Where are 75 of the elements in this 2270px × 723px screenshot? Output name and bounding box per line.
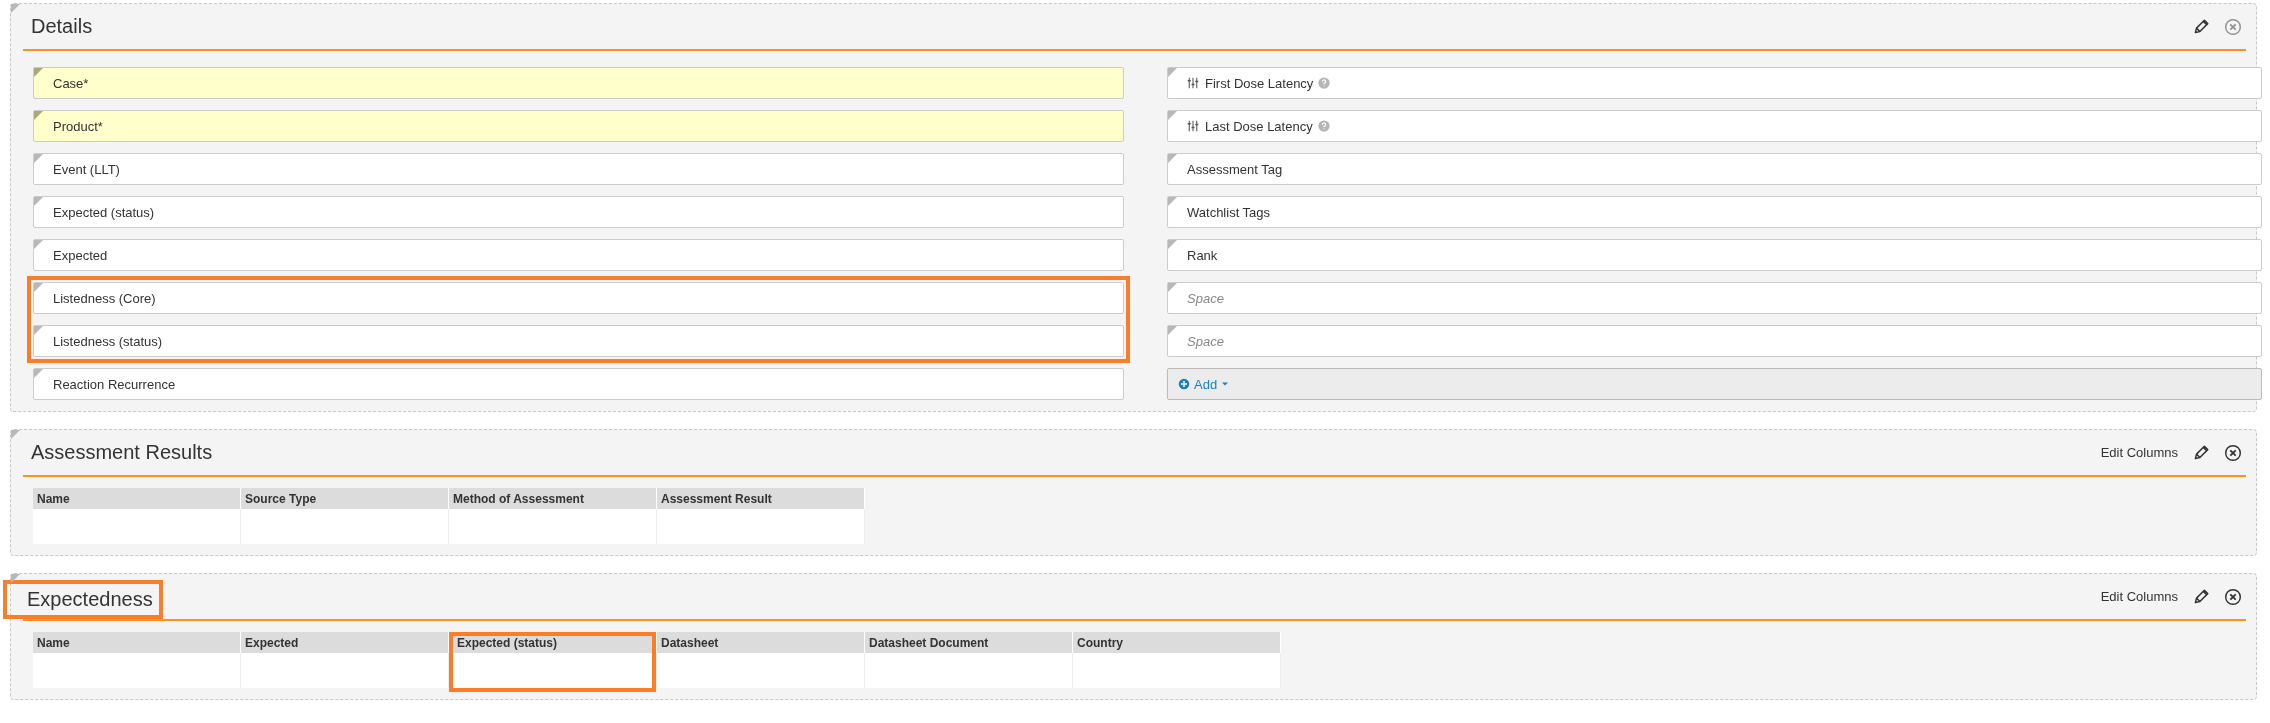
field-label: Rank (1187, 247, 1218, 263)
field-label: Assessment Tag (1187, 161, 1283, 177)
sliders-icon (1187, 77, 1199, 89)
sliders-icon (1187, 120, 1199, 132)
column-header[interactable]: Country (1073, 632, 1281, 653)
corner-handle-icon[interactable] (11, 430, 20, 439)
corner-handle-icon[interactable] (1168, 154, 1177, 163)
corner-handle-icon[interactable] (1168, 326, 1177, 335)
corner-handle-icon[interactable] (34, 111, 43, 120)
corner-handle-icon[interactable] (1168, 240, 1177, 249)
placeholder-field[interactable]: Space (1167, 325, 2262, 357)
column-header[interactable]: Method of Assessment (449, 488, 657, 509)
help-icon[interactable] (1317, 120, 1330, 132)
form-field[interactable]: Listedness (Core) (33, 282, 1124, 314)
pencil-icon[interactable] (2192, 587, 2210, 606)
corner-handle-icon[interactable] (34, 326, 43, 335)
field-label: Listedness (status) (53, 333, 163, 349)
corner-handle-icon[interactable] (34, 197, 43, 206)
form-field[interactable]: Reaction Recurrence (33, 368, 1124, 400)
field-label: Space (1187, 333, 1224, 349)
corner-handle-icon[interactable] (11, 4, 20, 13)
form-field[interactable]: Expected (33, 239, 1124, 271)
section-title: Assessment Results (30, 440, 214, 465)
column-header[interactable]: Name (33, 488, 241, 509)
field-label: Watchlist Tags (1187, 204, 1271, 220)
form-field[interactable]: Expected (status) (33, 196, 1124, 228)
close-icon[interactable] (2224, 443, 2242, 462)
corner-handle-icon[interactable] (1168, 68, 1177, 77)
field-label: First Dose Latency (1205, 75, 1314, 91)
field-label: Product* (53, 118, 103, 134)
form-field[interactable]: Assessment Tag (1167, 153, 2262, 185)
edit-columns-link[interactable]: Edit Columns (2100, 445, 2178, 460)
column-header[interactable]: Datasheet (657, 632, 865, 653)
form-field[interactable]: Product* (33, 110, 1124, 142)
caret-icon[interactable] (1221, 380, 1230, 388)
corner-handle-icon[interactable] (34, 68, 43, 77)
column-header[interactable]: Name (33, 632, 241, 653)
column-header[interactable]: Source Type (241, 488, 449, 509)
form-field[interactable]: Rank (1167, 239, 2262, 271)
section-title: Details (30, 14, 94, 39)
pencil-icon[interactable] (2192, 17, 2210, 36)
field-label: Case* (53, 75, 89, 91)
corner-handle-icon[interactable] (34, 240, 43, 249)
form-field[interactable]: Event (LLT) (33, 153, 1124, 185)
column-header[interactable]: Assessment Result (657, 488, 865, 509)
corner-handle-icon[interactable] (1168, 111, 1177, 120)
form-field[interactable]: Last Dose Latency (1167, 110, 2262, 142)
corner-handle-icon[interactable] (34, 369, 43, 378)
field-label: Last Dose Latency (1205, 118, 1313, 134)
corner-handle-icon[interactable] (11, 574, 20, 583)
add-button[interactable]: Add (1178, 376, 1230, 392)
edit-columns-link[interactable]: Edit Columns (2100, 589, 2178, 604)
form-field[interactable]: First Dose Latency (1167, 67, 2262, 99)
form-field[interactable]: Watchlist Tags (1167, 196, 2262, 228)
field-label: Reaction Recurrence (53, 376, 176, 392)
column-header[interactable]: Expected (241, 632, 449, 653)
field-label: Space (1187, 290, 1224, 306)
section-title: Expectedness (3, 580, 163, 619)
field-label: Event (LLT) (53, 161, 120, 177)
close-icon[interactable] (2224, 587, 2242, 606)
form-field[interactable]: Listedness (status) (33, 325, 1124, 357)
corner-handle-icon[interactable] (1168, 283, 1177, 292)
corner-handle-icon[interactable] (1168, 197, 1177, 206)
field-label: Listedness (Core) (53, 290, 156, 306)
help-icon[interactable] (1318, 77, 1331, 89)
column-header[interactable]: Datasheet Document (865, 632, 1073, 653)
corner-handle-icon[interactable] (34, 154, 43, 163)
placeholder-field[interactable]: Space (1167, 282, 2262, 314)
pencil-icon[interactable] (2192, 443, 2210, 462)
field-label: Expected (53, 247, 108, 263)
field-label: Expected (status) (53, 204, 155, 220)
corner-handle-icon[interactable] (34, 283, 43, 292)
column-header[interactable]: Expected (status) (449, 632, 657, 653)
plus-circle-icon[interactable] (1178, 378, 1190, 390)
form-field[interactable]: Case* (33, 67, 1124, 99)
